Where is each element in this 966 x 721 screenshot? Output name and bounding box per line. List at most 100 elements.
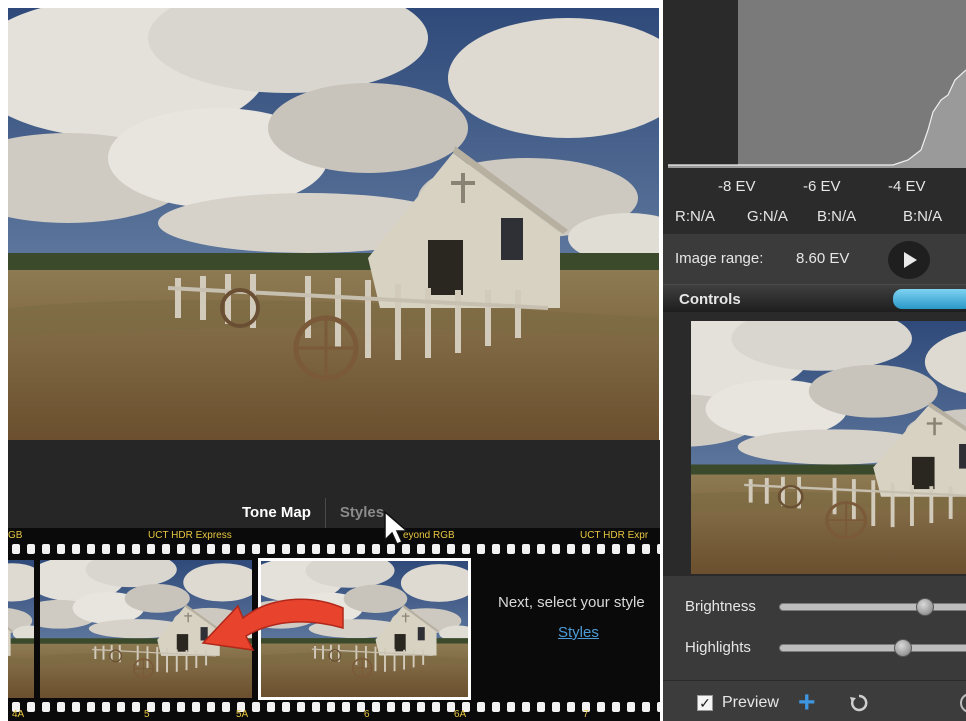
sprocket-hole <box>402 702 410 712</box>
ev-tick: -8 EV <box>718 178 756 195</box>
sprocket-hole <box>207 702 215 712</box>
rgb-readout: R:N/A G:N/A B:N/A B:N/A <box>663 202 966 234</box>
sprocket-hole <box>162 544 170 554</box>
film-label: 7 <box>583 709 589 720</box>
sprocket-hole <box>537 544 545 554</box>
sprocket-hole <box>237 544 245 554</box>
sprocket-hole <box>192 544 200 554</box>
preview-thumbnail <box>691 321 966 574</box>
sprocket-hole <box>492 544 500 554</box>
sprocket-hole <box>477 702 485 712</box>
sprocket-hole <box>342 544 350 554</box>
film-label: UCT HDR Expr <box>580 530 649 541</box>
styles-link[interactable]: Styles <box>558 624 599 641</box>
tab-tone-map[interactable]: Tone Map <box>228 498 325 528</box>
sprocket-hole <box>222 702 230 712</box>
add-icon[interactable]: + <box>798 688 816 718</box>
sprocket-hole <box>357 544 365 554</box>
sprocket-hole <box>72 544 80 554</box>
sprocket-hole <box>627 702 635 712</box>
controls-title: Controls <box>679 291 741 308</box>
sprocket-hole <box>57 544 65 554</box>
film-label: 5 <box>144 709 150 720</box>
panel-footer: ✓ Preview + <box>663 680 966 721</box>
brightness-slider[interactable] <box>779 603 966 611</box>
preview-panel <box>663 312 966 576</box>
sprocket-hole <box>372 544 380 554</box>
sprocket-hole <box>117 702 125 712</box>
red-value: R:N/A <box>675 208 716 225</box>
more-options-icon[interactable] <box>960 693 966 713</box>
sprocket-hole <box>657 702 660 712</box>
sprocket-hole <box>507 544 515 554</box>
brightness-slider-thumb[interactable] <box>916 598 934 616</box>
sprocket-hole <box>642 702 650 712</box>
filmstrip-frame[interactable] <box>8 560 34 698</box>
mouse-cursor-icon <box>384 510 409 545</box>
sprocket-hole <box>312 544 320 554</box>
sprocket-hole <box>372 702 380 712</box>
sprocket-hole <box>567 702 575 712</box>
sprocket-hole <box>612 544 620 554</box>
controls-toggle[interactable] <box>893 289 966 309</box>
main-photo-preview <box>8 8 659 440</box>
sprocket-hole <box>612 702 620 712</box>
sprocket-hole <box>27 702 35 712</box>
sprocket-hole <box>312 702 320 712</box>
sprocket-hole <box>567 544 575 554</box>
play-icon <box>904 252 917 268</box>
sprocket-hole <box>177 544 185 554</box>
controls-header: Controls <box>663 284 966 312</box>
refresh-icon[interactable] <box>849 693 869 713</box>
workspace: Tone Map Styles GB UCT HDR Express eyond… <box>0 0 660 721</box>
sprocket-hole <box>387 702 395 712</box>
sprocket-hole <box>297 702 305 712</box>
sprocket-hole <box>147 544 155 554</box>
sprocket-hole <box>12 544 20 554</box>
green-value: G:N/A <box>747 208 788 225</box>
sprocket-hole <box>102 702 110 712</box>
play-button[interactable] <box>888 241 930 279</box>
sprocket-hole <box>432 544 440 554</box>
blue-value: B:N/A <box>817 208 857 225</box>
sprocket-hole <box>597 702 605 712</box>
preview-checkbox[interactable]: ✓ <box>697 695 713 711</box>
red-arrow-annotation <box>201 598 344 651</box>
sprocket-hole <box>537 702 545 712</box>
highlights-slider[interactable] <box>779 644 966 652</box>
sprocket-hole <box>177 702 185 712</box>
sprocket-hole <box>162 702 170 712</box>
sprocket-hole <box>582 544 590 554</box>
sprocket-hole <box>207 544 215 554</box>
sprocket-hole <box>417 702 425 712</box>
image-range: Image range: 8.60 EV <box>663 234 966 284</box>
sprocket-hole <box>117 544 125 554</box>
blue-value-secondary: B:N/A <box>903 208 943 225</box>
ev-scale: -8 EV -6 EV -4 EV <box>663 168 966 202</box>
mode-tabs: Tone Map Styles <box>228 498 398 528</box>
film-label: eyond RGB <box>403 530 455 541</box>
brightness-label: Brightness <box>685 598 756 615</box>
preview-label: Preview <box>722 694 779 711</box>
film-label: 5A <box>236 709 249 720</box>
sprocket-hole <box>642 544 650 554</box>
film-label: GB <box>8 530 23 541</box>
highlights-label: Highlights <box>685 639 751 656</box>
sprocket-hole <box>132 544 140 554</box>
sprocket-hole <box>252 702 260 712</box>
image-range-label: Image range: <box>675 250 764 267</box>
highlights-slider-thumb[interactable] <box>894 639 912 657</box>
sprocket-hole <box>252 544 260 554</box>
sprocket-hole <box>57 702 65 712</box>
film-label: 6A <box>454 709 467 720</box>
sprocket-hole <box>327 544 335 554</box>
sprocket-hole <box>27 544 35 554</box>
sprocket-hole <box>267 544 275 554</box>
sprocket-hole <box>552 702 560 712</box>
sprocket-hole <box>132 702 140 712</box>
adjustment-sliders: Brightness Highlights <box>663 576 966 666</box>
next-step-hint: Next, select your style <box>498 594 645 611</box>
sprocket-hole <box>657 544 660 554</box>
sprocket-hole <box>627 544 635 554</box>
sprocket-hole <box>42 544 50 554</box>
